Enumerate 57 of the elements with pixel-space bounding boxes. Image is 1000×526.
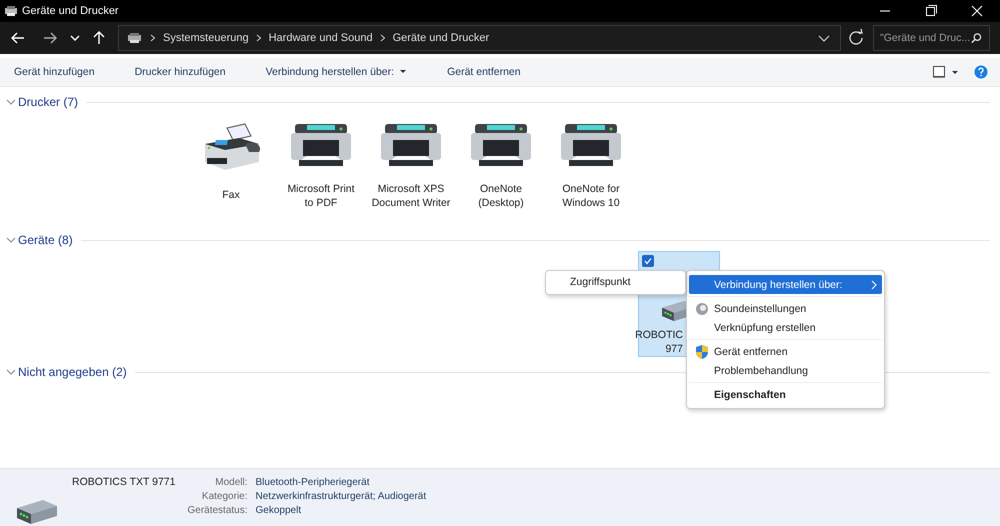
printer-icon bbox=[127, 32, 143, 44]
menu-item[interactable]: Gerät entfernen bbox=[689, 342, 882, 361]
printer-icon bbox=[289, 122, 353, 168]
device-label: OneNote for Windows 10 bbox=[562, 182, 620, 210]
toolbar-button[interactable]: Drucker hinzufügen bbox=[126, 62, 234, 82]
printer-tile[interactable]: OneNote for Windows 10 bbox=[546, 119, 636, 231]
field-label: Gerätestatus: bbox=[187, 504, 248, 517]
breadcrumb[interactable]: Systemsteuerung bbox=[163, 32, 249, 44]
caret-icon bbox=[399, 69, 408, 75]
chevron-icon[interactable] bbox=[6, 97, 16, 107]
printer-tile[interactable]: OneNote (Desktop) bbox=[456, 119, 546, 231]
breadcrumb[interactable]: Geräte und Drucker bbox=[392, 32, 490, 44]
chevron-right-icon bbox=[150, 34, 156, 42]
checkbox[interactable] bbox=[642, 255, 654, 267]
printer-icon bbox=[469, 122, 533, 168]
chevron-icon[interactable] bbox=[6, 235, 16, 245]
menu-item[interactable]: Eigenschaften bbox=[689, 385, 882, 404]
menu-item[interactable]: Verbindung herstellen über: bbox=[689, 275, 882, 294]
group-title[interactable]: Drucker (7) bbox=[18, 95, 78, 109]
group-title[interactable]: Nicht angegeben (2) bbox=[18, 365, 127, 379]
printer-icon bbox=[559, 122, 623, 168]
printer-tile[interactable]: Microsoft Print to PDF bbox=[276, 119, 366, 231]
chevron-right-icon bbox=[380, 34, 386, 42]
device-label: Microsoft Print to PDF bbox=[287, 182, 355, 210]
window-title: Geräte und Drucker bbox=[22, 5, 119, 17]
menu-item[interactable]: Zugriffspunkt bbox=[548, 273, 683, 292]
device-label: ROBOTIC 977 bbox=[635, 328, 683, 356]
search-field[interactable]: "Geräte und Druc... bbox=[873, 25, 990, 51]
field-label: Modell: bbox=[214, 476, 248, 489]
chevron-icon[interactable] bbox=[6, 367, 16, 377]
printer-icon bbox=[4, 5, 18, 17]
router-icon bbox=[16, 499, 58, 525]
chevron-right-icon bbox=[870, 280, 878, 290]
breadcrumb[interactable]: Hardware und Sound bbox=[268, 32, 373, 44]
view-icon[interactable] bbox=[932, 65, 948, 79]
field-value: Bluetooth-Peripheriegerät bbox=[256, 476, 370, 489]
printer-icon bbox=[379, 122, 443, 168]
device-label: Fax bbox=[222, 188, 240, 202]
menu-item[interactable]: Soundeinstellungen bbox=[689, 299, 882, 318]
shield-icon bbox=[695, 344, 709, 360]
device-name: ROBOTICS TXT 9771 bbox=[72, 476, 176, 489]
chevron-right-icon bbox=[256, 34, 262, 42]
printer-tile[interactable]: Microsoft XPS Document Writer bbox=[366, 119, 456, 231]
address-bar[interactable]: Systemsteuerung Hardware und Sound Geräte und Drucker bbox=[118, 25, 841, 51]
search-icon bbox=[970, 31, 983, 45]
printer-tile[interactable]: Fax bbox=[186, 119, 276, 231]
group-title[interactable]: Geräte (8) bbox=[18, 233, 73, 247]
help-icon[interactable] bbox=[974, 65, 988, 79]
device-label: Microsoft XPS Document Writer bbox=[372, 182, 450, 210]
field-value: Gekoppelt bbox=[256, 504, 302, 517]
device-label: OneNote (Desktop) bbox=[478, 182, 524, 210]
toolbar-button[interactable]: Gerät entfernen bbox=[439, 62, 529, 82]
field-label: Kategorie: bbox=[200, 490, 248, 503]
menu-item[interactable]: Problembehandlung bbox=[689, 361, 882, 380]
dropdown-button[interactable]: Verbindung herstellen über: bbox=[258, 62, 416, 82]
toolbar-button[interactable]: Gerät hinzufügen bbox=[6, 62, 103, 82]
field-value: Netzwerkinfrastrukturgerät; Audiogerät bbox=[256, 490, 426, 503]
